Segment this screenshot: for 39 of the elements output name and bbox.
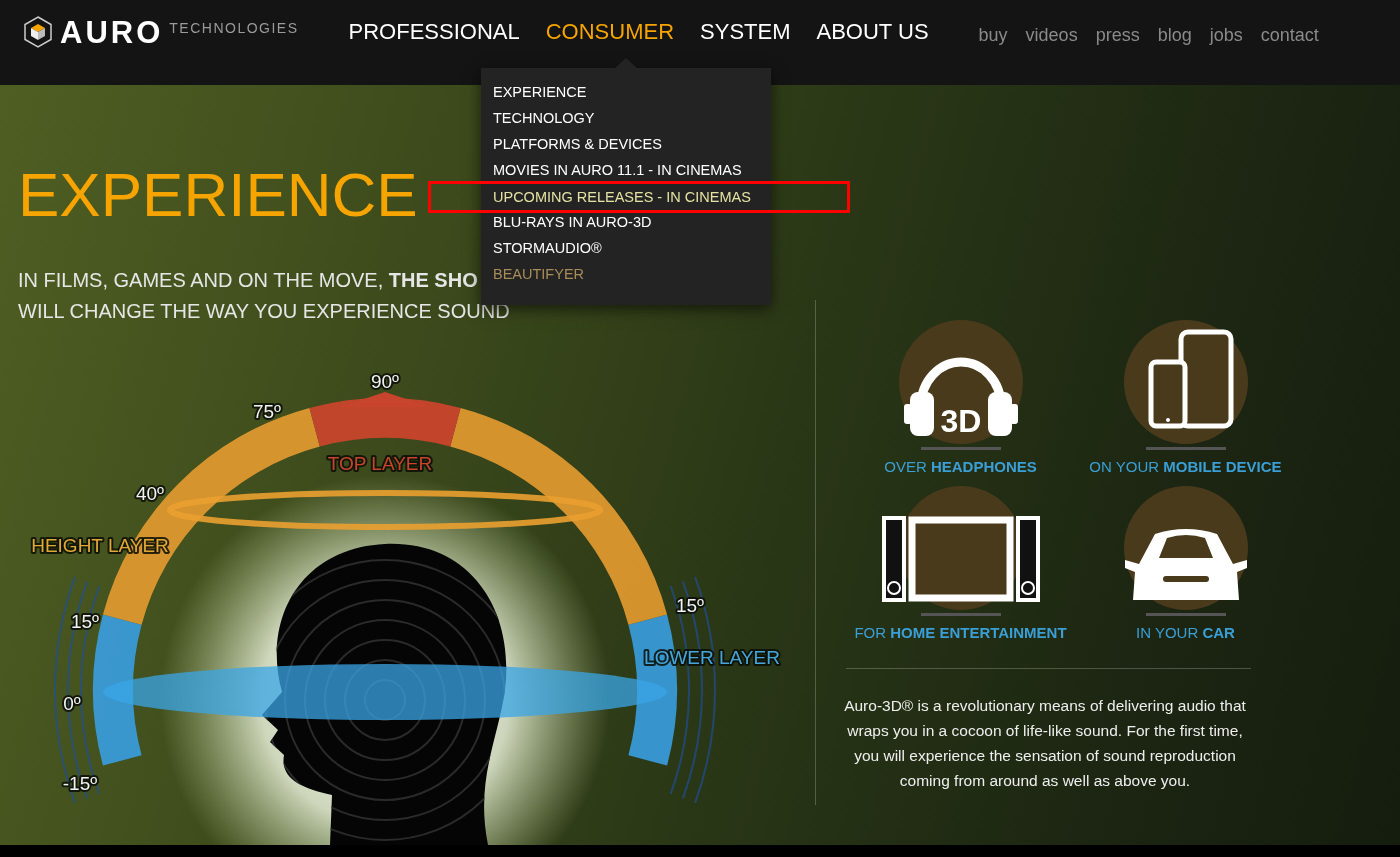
nav-link[interactable]: blog [1157, 17, 1192, 53]
nav-link[interactable]: jobs [1209, 17, 1243, 53]
nav-link[interactable]: press [1095, 17, 1140, 53]
nav-link[interactable]: SYSTEM [700, 14, 791, 50]
menu-item[interactable]: MOVIES IN AURO 11.1 - IN CINEMAS [493, 157, 742, 183]
angle-label: 90º [370, 371, 400, 392]
menu-item[interactable]: PLATFORMS & DEVICES [493, 131, 662, 157]
menu-item[interactable]: TECHNOLOGY [493, 105, 595, 131]
icon-3d-label: 3D [940, 403, 981, 439]
menu-item[interactable]: UPCOMING RELEASES - IN CINEMAS [493, 184, 751, 210]
feature-caption: IN YOUR CAR [1136, 623, 1235, 643]
description-paragraph: Auro-3D® is a revolutionary means of delivering audio that wraps you in a cocoon of life-like sound. For the first time, you will experience the sensation of sound reproduction coming from around as well as above you. [843, 696, 1247, 791]
nav-link[interactable]: buy [978, 17, 1008, 53]
angle-label: 0º [63, 693, 81, 714]
nav-link[interactable]: videos [1025, 17, 1078, 53]
angle-label: -15º [62, 773, 98, 794]
nav-link[interactable]: CONSUMER [545, 14, 675, 50]
angle-label: 15º [675, 595, 705, 616]
logo-cube-icon[interactable] [22, 15, 54, 49]
layer-label: TOP LAYER [327, 453, 433, 474]
angle-label: 75º [252, 401, 282, 422]
angle-label: 40º [135, 483, 165, 504]
menu-item[interactable]: BEAUTIFYER [493, 261, 585, 287]
headphones-icon [898, 320, 1023, 444]
nav-link[interactable]: ABOUT US [816, 14, 929, 50]
logo-wordmark[interactable]: AURO [60, 16, 164, 48]
subtitle-line: WILL CHANGE THE WAY YOU EXPERIENCE SOUND [18, 299, 510, 324]
menu-item[interactable]: STORMAUDIO® [493, 235, 602, 261]
page-title: EXPERIENCE [18, 159, 418, 231]
menu-item[interactable]: EXPERIENCE [493, 79, 587, 105]
feature-caption: FOR HOME ENTERTAINMENT [854, 623, 1067, 643]
menu-item[interactable]: BLU-RAYS IN AURO-3D [493, 209, 652, 235]
nav-link[interactable]: PROFESSIONAL [348, 14, 520, 50]
angle-label: 15º [70, 611, 100, 632]
feature-caption: ON YOUR MOBILE DEVICE [1089, 457, 1282, 477]
subtitle-line: IN FILMS, GAMES AND ON THE MOVE, THE SHO [18, 268, 478, 293]
feature-caption: OVER HEADPHONES [884, 457, 1037, 477]
nav-link[interactable]: contact [1260, 17, 1319, 53]
logo-tagline: TECHNOLOGIES [169, 20, 299, 36]
